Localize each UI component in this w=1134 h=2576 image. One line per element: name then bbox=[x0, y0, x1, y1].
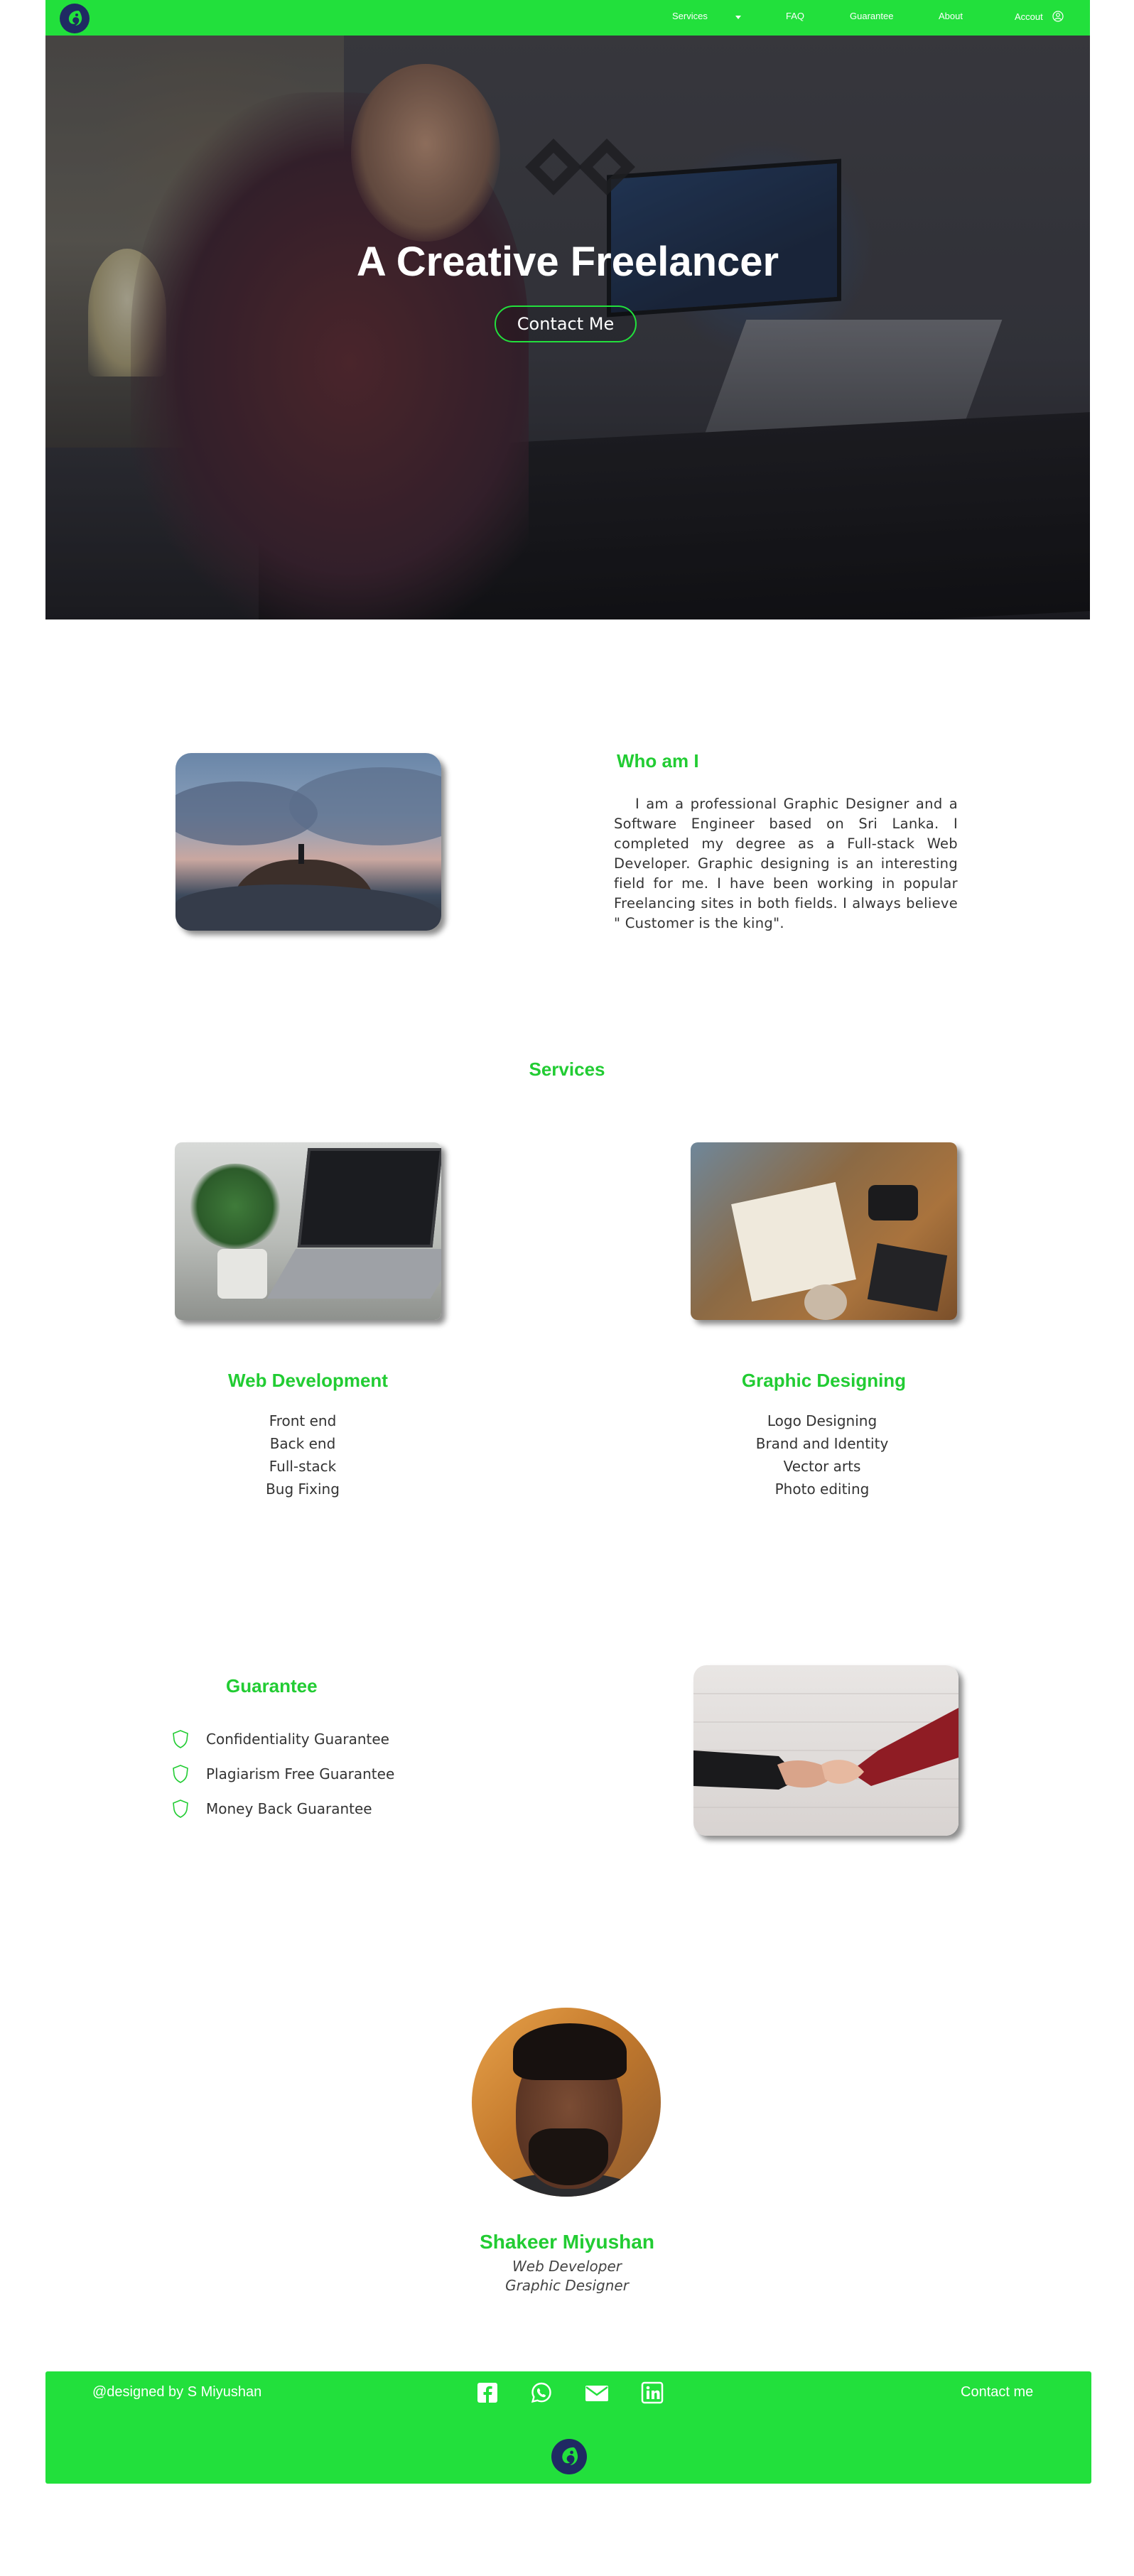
nav-faq[interactable]: FAQ bbox=[786, 11, 804, 21]
about-text: I am a professional Graphic Designer and… bbox=[614, 796, 958, 931]
caret-down-icon bbox=[735, 11, 742, 22]
graphic-designing-image bbox=[691, 1142, 957, 1320]
linkedin-icon[interactable] bbox=[641, 2381, 664, 2404]
shield-icon bbox=[172, 1764, 189, 1787]
footer-logo[interactable] bbox=[551, 2439, 587, 2474]
logo-icon bbox=[68, 11, 82, 26]
web-development-image bbox=[175, 1142, 441, 1320]
web-development-title: Web Development bbox=[228, 1370, 388, 1391]
handshake-photo bbox=[693, 1693, 958, 1808]
list-item: Photo editing bbox=[774, 1481, 870, 1498]
list-item: Full-stack bbox=[269, 1458, 337, 1475]
guarantee-item-label: Confidentiality Guarantee bbox=[206, 1731, 389, 1748]
list-item: Front end bbox=[269, 1412, 337, 1429]
nav-account-label: Accout bbox=[1015, 11, 1043, 22]
avatar-hair bbox=[513, 2023, 627, 2080]
profile-role-2: Graphic Designer bbox=[505, 2277, 629, 2294]
services-title: Services bbox=[529, 1059, 605, 1080]
list-item: Vector arts bbox=[783, 1458, 861, 1475]
about-title: Who am I bbox=[617, 750, 699, 772]
web-development-list: Front end Back end Full-stack Bug Fixing bbox=[175, 1409, 431, 1500]
nav-guarantee[interactable]: Guarantee bbox=[850, 11, 893, 21]
shield-icon bbox=[172, 1729, 189, 1753]
profile-name: Shakeer Miyushan bbox=[480, 2231, 654, 2253]
guarantee-title: Guarantee bbox=[226, 1675, 318, 1696]
hero-banner: A Creative Freelancer Contact Me bbox=[45, 36, 1090, 619]
navbar: Services FAQ Guarantee About Accout bbox=[45, 0, 1090, 36]
list-item: Brand and Identity bbox=[755, 1435, 889, 1452]
guarantee-item-label: Plagiarism Free Guarantee bbox=[206, 1765, 395, 1782]
list-item: Back end bbox=[269, 1435, 336, 1452]
list-item: Bug Fixing bbox=[266, 1481, 340, 1498]
nav-services-label: Services bbox=[672, 11, 708, 21]
profile-role-1: Web Developer bbox=[512, 2258, 622, 2275]
handshake-image bbox=[693, 1665, 958, 1836]
about-image bbox=[176, 753, 441, 931]
email-icon[interactable] bbox=[584, 2381, 610, 2404]
list-item: Logo Designing bbox=[767, 1412, 878, 1429]
contact-me-button[interactable]: Contact Me bbox=[495, 305, 637, 342]
guarantee-item-label: Money Back Guarantee bbox=[206, 1800, 372, 1817]
nav-services[interactable]: Services bbox=[672, 11, 742, 22]
avatar-beard bbox=[529, 2128, 608, 2185]
avatar bbox=[472, 2008, 661, 2197]
footer-contact-link[interactable]: Contact me bbox=[961, 2384, 1033, 2401]
graphic-designing-list: Logo Designing Brand and Identity Vector… bbox=[691, 1409, 954, 1500]
footer: @designed by S Miyushan Contact me bbox=[45, 2371, 1091, 2484]
shield-icon bbox=[172, 1799, 189, 1822]
user-icon bbox=[1052, 11, 1064, 24]
whatsapp-icon[interactable] bbox=[530, 2381, 553, 2404]
nav-about[interactable]: About bbox=[939, 11, 963, 21]
nav-account[interactable]: Accout bbox=[1015, 11, 1064, 24]
footer-credit: @designed by S Miyushan bbox=[92, 2384, 262, 2400]
logo-icon bbox=[562, 2447, 578, 2465]
hero-title: A Creative Freelancer bbox=[356, 239, 779, 285]
logo[interactable] bbox=[60, 4, 90, 33]
graphic-designing-title: Graphic Designing bbox=[741, 1370, 907, 1391]
facebook-icon[interactable] bbox=[476, 2381, 499, 2404]
